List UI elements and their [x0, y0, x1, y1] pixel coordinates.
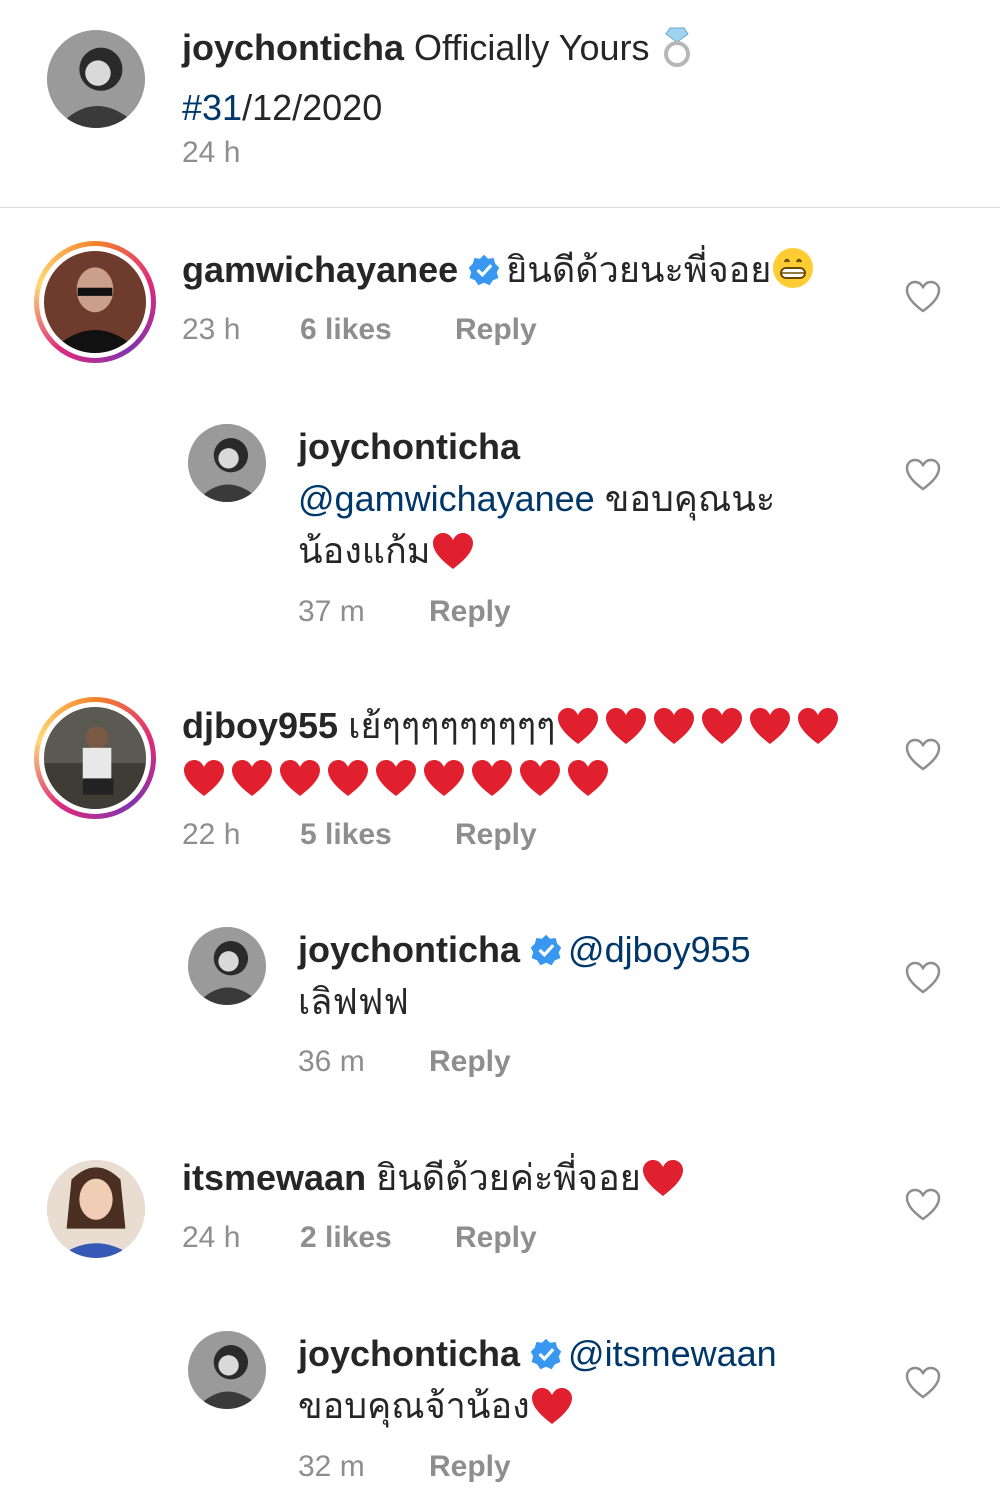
- like-heart-icon[interactable]: [905, 1188, 941, 1222]
- comment-time: 36 m: [298, 1045, 365, 1078]
- like-heart-icon[interactable]: [905, 738, 941, 772]
- red-heart-icon: [653, 708, 694, 744]
- red-heart-icon: [328, 760, 368, 796]
- comment-meta: 36 m Reply: [298, 1045, 511, 1079]
- caption-text: joychonticha Officially Yours #31/12/202…: [182, 22, 942, 134]
- caption-meta: 24 h: [182, 136, 240, 170]
- avatar[interactable]: [47, 30, 145, 128]
- red-heart-icon: [568, 760, 608, 796]
- red-heart-icon: [557, 708, 598, 744]
- story-ring[interactable]: [34, 697, 156, 819]
- comment-username[interactable]: gamwichayanee: [182, 249, 458, 290]
- like-heart-icon[interactable]: [905, 1366, 941, 1400]
- comment-text: gamwichayanee ยินดีด้วยนะพี่จอย: [182, 244, 882, 304]
- comment-time: 23 h: [182, 313, 241, 346]
- comment-body: ขอบคุณจ้าน้อง: [298, 1385, 530, 1426]
- comment-meta: 32 m Reply: [298, 1450, 511, 1484]
- avatar[interactable]: [188, 1331, 266, 1409]
- likes-count[interactable]: 6 likes: [300, 313, 455, 347]
- comment-meta: 24 h 2 likes Reply: [182, 1221, 537, 1255]
- red-heart-icon: [605, 708, 646, 744]
- comment-time: 22 h: [182, 818, 241, 851]
- verified-icon: [530, 934, 562, 966]
- like-heart-icon[interactable]: [905, 458, 941, 492]
- hearts-row: [182, 757, 614, 798]
- comment-time: 24 h: [182, 1221, 241, 1254]
- reply-button[interactable]: Reply: [429, 1450, 511, 1484]
- ring-icon: [660, 26, 694, 82]
- comment-body: ยินดีด้วยค่ะพี่จอย: [376, 1157, 641, 1198]
- avatar: [44, 251, 146, 353]
- red-heart-icon: [432, 533, 473, 569]
- red-heart-icon: [531, 1388, 572, 1424]
- comment-meta: 22 h 5 likes Reply: [182, 818, 537, 852]
- grinning-face-icon: [771, 246, 815, 304]
- comment-body: น้องแก้ม: [298, 530, 431, 571]
- likes-count[interactable]: 2 likes: [300, 1221, 455, 1255]
- comment-meta: 23 h 6 likes Reply: [182, 313, 537, 347]
- red-heart-icon: [376, 760, 416, 796]
- avatar[interactable]: [188, 424, 266, 502]
- post-caption: joychonticha Officially Yours #31/12/202…: [0, 0, 1000, 208]
- comment-username[interactable]: itsmewaan: [182, 1157, 366, 1198]
- comment-username[interactable]: joychonticha: [298, 1333, 520, 1374]
- comment-body: เลิฟฟฟ: [298, 981, 409, 1022]
- red-heart-icon: [642, 1160, 683, 1196]
- caption-hashtag[interactable]: #31: [182, 87, 242, 128]
- red-heart-icon: [280, 760, 320, 796]
- red-heart-icon: [232, 760, 272, 796]
- caption-body: Officially Yours: [414, 27, 650, 68]
- reply-button[interactable]: Reply: [455, 1221, 537, 1255]
- likes-count[interactable]: 5 likes: [300, 818, 455, 852]
- comment-body: เย้ๆๆๆๆๆๆๆๆๆ: [348, 705, 556, 746]
- avatar[interactable]: [188, 927, 266, 1005]
- story-ring[interactable]: [34, 241, 156, 363]
- comment-username[interactable]: joychonticha: [298, 426, 520, 467]
- verified-icon: [530, 1338, 562, 1370]
- comment-text: djboy955 เย้ๆๆๆๆๆๆๆๆๆ: [182, 700, 882, 804]
- comment-body: ขอบคุณนะ: [604, 478, 776, 519]
- reply-button[interactable]: Reply: [429, 595, 511, 629]
- mention-link[interactable]: @djboy955: [568, 929, 751, 970]
- hearts-row: [556, 705, 844, 746]
- comment-text: joychonticha @djboy955 เลิฟฟฟ: [298, 924, 858, 1028]
- comment-text: itsmewaan ยินดีด้วยค่ะพี่จอย: [182, 1152, 882, 1204]
- red-heart-icon: [749, 708, 790, 744]
- red-heart-icon: [424, 760, 464, 796]
- red-heart-icon: [797, 708, 838, 744]
- reply-button[interactable]: Reply: [455, 313, 537, 347]
- avatar: [44, 707, 146, 809]
- mention-link[interactable]: @itsmewaan: [568, 1333, 777, 1374]
- comment-body: ยินดีด้วยนะพี่จอย: [506, 249, 772, 290]
- red-heart-icon: [472, 760, 512, 796]
- comment-text: joychonticha @gamwichayanee ขอบคุณนะ น้อ…: [298, 421, 858, 577]
- comment-username[interactable]: joychonticha: [298, 929, 520, 970]
- comment-username[interactable]: djboy955: [182, 705, 338, 746]
- comment-meta: 37 m Reply: [298, 595, 511, 629]
- reply-button[interactable]: Reply: [429, 1045, 511, 1079]
- caption-date: /12/2020: [242, 87, 383, 128]
- like-heart-icon[interactable]: [905, 961, 941, 995]
- comment-text: joychonticha @itsmewaan ขอบคุณจ้าน้อง: [298, 1328, 858, 1432]
- like-heart-icon[interactable]: [905, 280, 941, 314]
- red-heart-icon: [520, 760, 560, 796]
- verified-icon: [468, 254, 500, 286]
- red-heart-icon: [701, 708, 742, 744]
- caption-time: 24 h: [182, 136, 241, 169]
- comment-time: 32 m: [298, 1450, 365, 1483]
- red-heart-icon: [184, 760, 224, 796]
- comment-time: 37 m: [298, 595, 365, 628]
- avatar[interactable]: [47, 1160, 145, 1258]
- mention-link[interactable]: @gamwichayanee: [298, 478, 595, 519]
- caption-username[interactable]: joychonticha: [182, 27, 404, 68]
- reply-button[interactable]: Reply: [455, 818, 537, 852]
